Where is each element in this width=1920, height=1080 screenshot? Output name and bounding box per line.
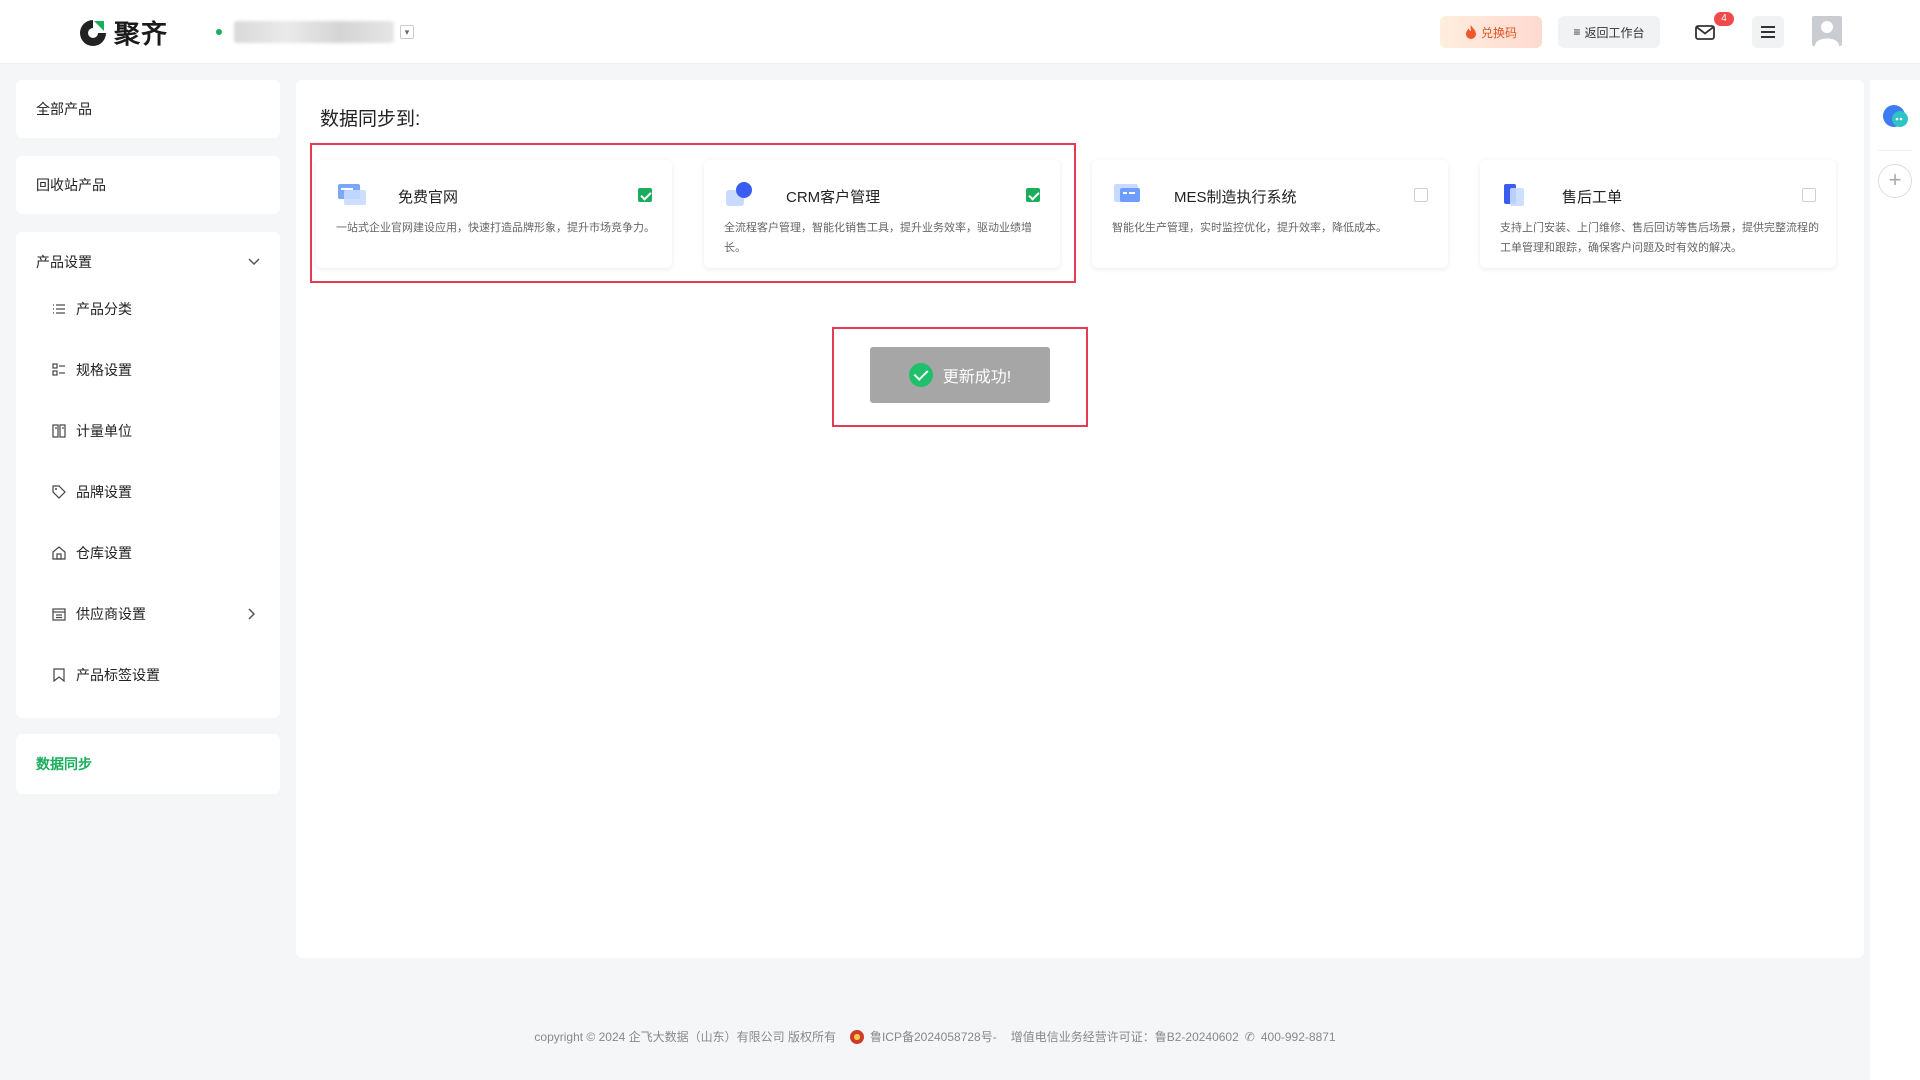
product-desc: 智能化生产管理，实时监控优化，提升效率，降低成本。 <box>1112 222 1387 234</box>
sidebar-label: 回收站产品 <box>36 177 106 193</box>
product-desc: 支持上门安装、上门维修、售后回访等售后场景，提供完整流程的工单管理和跟踪，确保客… <box>1500 222 1819 254</box>
product-title: 售后工单 <box>1562 189 1623 206</box>
product-card-after-sales[interactable]: 售后工单 支持上门安装、上门维修、售后回访等售后场景，提供完整流程的工单管理和跟… <box>1480 160 1836 268</box>
org-switcher[interactable]: ▾ <box>216 21 414 43</box>
phone-icon: ✆ <box>1244 1029 1255 1044</box>
sidebar-item-recycle-products[interactable]: 回收站产品 <box>16 156 280 214</box>
org-name-redacted <box>234 21 394 43</box>
toast-message: 更新成功! <box>942 369 1012 386</box>
product-checkbox[interactable] <box>1414 188 1428 202</box>
mes-icon <box>1114 184 1140 202</box>
sidebar-sub-label: 供应商设置 <box>76 606 146 622</box>
sidebar-item-data-sync[interactable]: 数据同步 <box>16 734 280 794</box>
sidebar-item-product-tag-settings[interactable]: 产品标签设置 <box>52 665 160 685</box>
sidebar-item-spec-settings[interactable]: 规格设置 <box>52 360 132 380</box>
spec-icon <box>52 363 65 376</box>
sidebar-sub-label: 产品标签设置 <box>76 667 160 683</box>
right-rail: + <box>1870 80 1920 1080</box>
top-header: 聚齐 ▾ 兑换码 ≡ 返回工作台 4 <box>0 0 1920 64</box>
sidebar-item-product-category[interactable]: 产品分类 <box>52 299 132 319</box>
supplier-icon <box>52 608 66 621</box>
rail-divider <box>1878 150 1912 151</box>
hamburger-icon <box>1761 26 1775 38</box>
main-menu-button[interactable] <box>1752 16 1784 48</box>
sidebar-sub-label: 仓库设置 <box>76 545 132 561</box>
back-label: 返回工作台 <box>1584 25 1645 40</box>
page-footer: copyright © 2024 企飞大数据（山东）有限公司 版权所有 鲁ICP… <box>0 1028 1870 1045</box>
unit-icon <box>52 424 66 438</box>
sidebar-label-active: 数据同步 <box>36 756 92 772</box>
footer-phone: 400-992-8871 <box>1260 1029 1336 1044</box>
product-settings-header[interactable]: 产品设置 <box>16 232 280 292</box>
success-toast: 更新成功! <box>870 347 1050 403</box>
sidebar-sub-label: 产品分类 <box>76 301 132 317</box>
product-card-mes[interactable]: MES制造执行系统 智能化生产管理，实时监控优化，提升效率，降低成本。 <box>1092 160 1448 268</box>
user-avatar[interactable] <box>1812 16 1842 46</box>
sidebar-item-all-products[interactable]: 全部产品 <box>16 80 280 138</box>
online-status-dot <box>216 29 222 35</box>
sidebar-sub-label: 计量单位 <box>76 423 132 439</box>
footer-copyright: copyright © 2024 企飞大数据（山东）有限公司 版权所有 <box>534 1030 836 1044</box>
tag-icon <box>52 485 66 499</box>
footer-icp[interactable]: 鲁ICP备2024058728号- <box>870 1028 997 1045</box>
chat-assistant-icon[interactable] <box>1882 104 1910 130</box>
brand-name: 聚齐 <box>114 19 169 49</box>
chevron-down-icon <box>248 258 260 266</box>
logo-icon <box>80 19 106 46</box>
highlight-box-selected-products <box>310 143 1076 283</box>
bookmark-icon <box>53 668 65 682</box>
sidebar-item-supplier-settings[interactable]: 供应商设置 <box>52 604 256 624</box>
police-badge-icon <box>849 1029 864 1044</box>
redeem-label: 兑换码 <box>1480 25 1517 40</box>
sidebar-label: 产品设置 <box>36 254 92 270</box>
warehouse-icon <box>52 546 66 560</box>
mail-badge: 4 <box>1714 12 1734 26</box>
page-title: 数据同步到: <box>320 109 421 130</box>
footer-license: 增值电信业务经营许可证：鲁B2-20240602 <box>1010 1030 1239 1044</box>
brand-logo[interactable]: 聚齐 <box>78 14 168 51</box>
sidebar-item-brand-settings[interactable]: 品牌设置 <box>52 482 132 502</box>
list-icon <box>53 304 65 314</box>
chevron-right-icon <box>248 608 256 620</box>
caret-down-icon[interactable]: ▾ <box>400 25 414 39</box>
sidebar-sub-label: 品牌设置 <box>76 484 132 500</box>
product-title: MES制造执行系统 <box>1174 189 1297 206</box>
success-check-icon <box>908 363 933 387</box>
sidebar-item-warehouse-settings[interactable]: 仓库设置 <box>52 543 132 563</box>
redeem-code-button[interactable]: 兑换码 <box>1440 16 1542 48</box>
sidebar-sub-label: 规格设置 <box>76 362 132 378</box>
sidebar-label: 全部产品 <box>36 101 92 117</box>
user-icon <box>1815 21 1839 46</box>
menu-lines-icon: ≡ <box>1573 25 1581 39</box>
work-order-icon <box>1504 184 1524 206</box>
sidebar-item-measure-unit[interactable]: 计量单位 <box>52 421 132 441</box>
fire-icon <box>1465 25 1476 39</box>
add-icon[interactable]: + <box>1878 164 1912 198</box>
product-checkbox[interactable] <box>1802 188 1816 202</box>
mail-icon[interactable] <box>1693 20 1717 44</box>
back-to-workbench-button[interactable]: ≡ 返回工作台 <box>1558 16 1660 48</box>
